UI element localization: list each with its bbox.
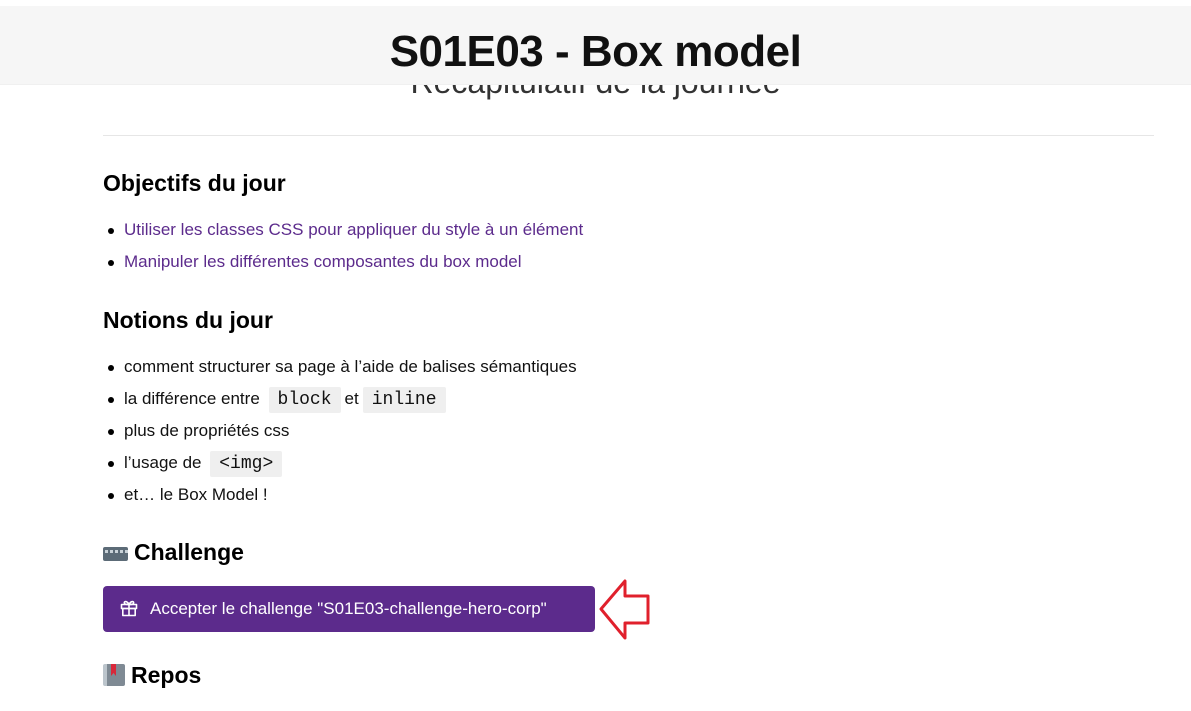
red-arrow-annotation: [599, 579, 650, 640]
page-title: S01E03 - Box model: [389, 27, 802, 76]
repos-heading-text: Repos: [131, 662, 202, 688]
challenge-heading: Challenge: [103, 537, 244, 567]
code-img: <img>: [210, 451, 283, 477]
list-item: comment structurer sa page à l’aide de b…: [108, 355, 577, 379]
sticky-header: S01E03 - Box model: [0, 6, 1191, 84]
notion-text: comment structurer sa page à l’aide de b…: [124, 357, 577, 376]
code-inline: inline: [362, 387, 446, 413]
list-item: la différence entre block et inline: [108, 387, 577, 413]
keyboard-icon: [103, 547, 128, 561]
notion-text: plus de propriétés css: [124, 421, 290, 440]
notion-text: et: [344, 389, 359, 408]
list-item: plus de propriétés css: [108, 419, 577, 443]
notion-text: et… le Box Model !: [124, 485, 268, 504]
challenge-heading-text: Challenge: [134, 539, 244, 565]
accept-challenge-label: Accepter le challenge "S01E03-challenge-…: [150, 599, 547, 618]
notions-list: comment structurer sa page à l’aide de b…: [103, 355, 577, 515]
objective-link-2[interactable]: Manipuler les différentes composantes du…: [124, 252, 522, 271]
bookmark-icon: [103, 664, 125, 686]
page: S01E03 - Box model Récapitulatif de la j…: [0, 0, 1191, 711]
list-item: et… le Box Model !: [108, 483, 577, 507]
list-item[interactable]: Utiliser les classes CSS pour appliquer …: [107, 218, 583, 242]
notions-heading: Notions du jour: [103, 307, 273, 333]
list-item[interactable]: Manipuler les différentes composantes du…: [107, 250, 583, 274]
objectives-list: Utiliser les classes CSS pour appliquer …: [103, 218, 583, 282]
notion-text: l’usage de: [124, 453, 202, 472]
accept-challenge-button[interactable]: Accepter le challenge "S01E03-challenge-…: [103, 586, 595, 632]
repos-heading: Repos: [103, 660, 201, 690]
divider: [103, 135, 1154, 136]
objectives-heading: Objectifs du jour: [103, 170, 286, 196]
objective-link-1[interactable]: Utiliser les classes CSS pour appliquer …: [124, 220, 583, 239]
list-item: l’usage de <img>: [108, 451, 577, 477]
gift-icon: [120, 600, 138, 617]
code-block: block: [268, 387, 341, 413]
notion-text: la différence entre: [124, 389, 260, 408]
